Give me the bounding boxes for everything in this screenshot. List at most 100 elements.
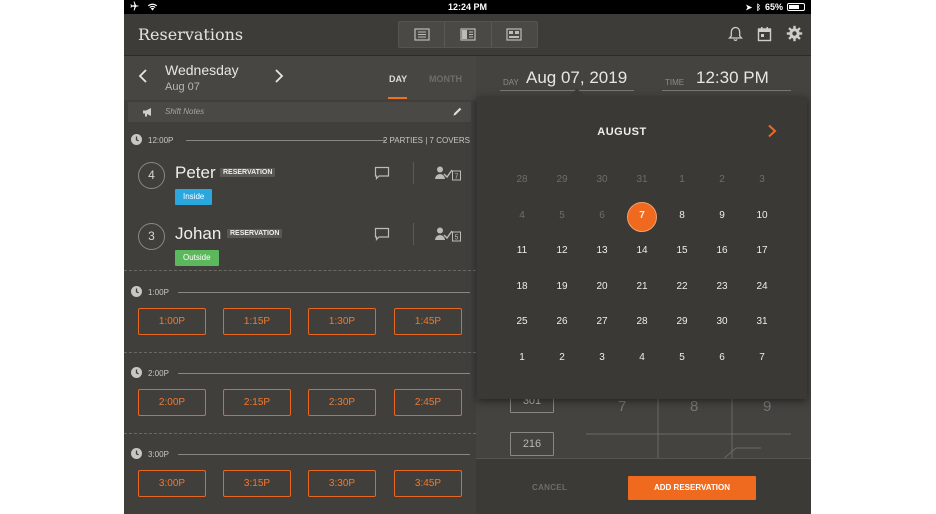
chat-icon[interactable] (374, 166, 390, 180)
time-slot-button[interactable]: 3:30P (308, 470, 376, 497)
calendar-day[interactable]: 27 (587, 312, 617, 332)
calendar-day[interactable]: 3 (747, 170, 777, 190)
time-slot-button[interactable]: 2:15P (223, 389, 291, 416)
calendar-day[interactable]: 15 (667, 241, 697, 261)
add-reservation-button[interactable]: ADD RESERVATION (628, 476, 756, 500)
time-slot-button[interactable]: 2:30P (308, 389, 376, 416)
calendar-day[interactable]: 2 (547, 348, 577, 368)
calendar-day[interactable]: 9 (707, 206, 737, 226)
calendar-day[interactable]: 19 (547, 277, 577, 297)
calendar-day[interactable]: 29 (667, 312, 697, 332)
time-divider (178, 292, 470, 293)
status-bar: 12:24 PM ➤ ᛒ 65% (124, 0, 811, 14)
dashed-divider (124, 352, 476, 353)
calendar-day[interactable]: 4 (627, 348, 657, 368)
calendar-day[interactable]: 21 (627, 277, 657, 297)
time-slot-button[interactable]: 1:00P (138, 308, 206, 335)
time-slot-button[interactable]: 3:15P (223, 470, 291, 497)
chat-icon[interactable] (374, 227, 390, 241)
calendar-day[interactable]: 5 (547, 206, 577, 226)
calendar-day[interactable]: 7 (747, 348, 777, 368)
shift-notes-bar[interactable]: Shift Notes (128, 102, 471, 122)
time-field-label: TIME (665, 78, 685, 87)
time-header-200: 2:00P (130, 366, 470, 380)
tab-day[interactable]: DAY (389, 74, 407, 84)
calendar-day[interactable]: 20 (587, 277, 617, 297)
table-216[interactable]: 216 (510, 432, 554, 456)
calendar-day[interactable]: 25 (507, 312, 537, 332)
time-slot-button[interactable]: 1:30P (308, 308, 376, 335)
time-slot-button[interactable]: 3:00P (138, 470, 206, 497)
calendar-day[interactable]: 23 (707, 277, 737, 297)
time-slot-button[interactable]: 3:45P (394, 470, 462, 497)
calendar-day[interactable]: 13 (587, 241, 617, 261)
chevron-left-icon[interactable] (138, 68, 148, 84)
floor-number: 9 (763, 398, 772, 415)
reservation-list-panel: Wednesday Aug 07 DAY MONTH Shift Notes 1… (124, 56, 476, 514)
time-slot-button[interactable]: 1:15P (223, 308, 291, 335)
calendar-day[interactable]: 6 (587, 206, 617, 226)
calendar-day[interactable]: 28 (507, 170, 537, 190)
cancel-button[interactable]: CANCEL (532, 483, 567, 492)
time-label: 3:00P (148, 450, 169, 459)
pencil-icon[interactable] (452, 106, 463, 117)
calendar-day[interactable]: 8 (667, 206, 697, 226)
reservation-row-johan[interactable]: 3 Johan RESERVATION Outside 5 (124, 218, 476, 276)
parties-summary: 2 PARTIES | 7 COVERS (382, 136, 470, 145)
seat-guest-icon[interactable]: 7 (434, 165, 462, 181)
calendar-day[interactable]: 14 (627, 241, 657, 261)
calendar-day[interactable]: 22 (667, 277, 697, 297)
battery-icon (787, 3, 805, 11)
calendar-day[interactable]: 30 (707, 312, 737, 332)
calendar-day[interactable]: 2 (707, 170, 737, 190)
calendar-day[interactable]: 18 (507, 277, 537, 297)
calendar-day[interactable]: 17 (747, 241, 777, 261)
chevron-right-icon[interactable] (767, 124, 777, 138)
gear-icon[interactable] (786, 25, 803, 42)
time-divider (178, 454, 470, 455)
floor-number: 7 (618, 398, 627, 415)
calendar-day[interactable]: 5 (667, 348, 697, 368)
calendar-day[interactable]: 29 (547, 170, 577, 190)
time-label: 1:00P (148, 288, 169, 297)
seat-guest-icon[interactable]: 5 (434, 226, 462, 242)
location-icon: ➤ (745, 2, 753, 12)
list-view-button[interactable] (399, 22, 446, 47)
calendar-day[interactable]: 1 (507, 348, 537, 368)
time-header-100: 1:00P (130, 285, 470, 299)
top-bar: Reservations (124, 14, 811, 56)
calendar-day[interactable]: 4 (507, 206, 537, 226)
dashed-divider (124, 433, 476, 434)
calendar-day[interactable]: 1 (667, 170, 697, 190)
calendar-day[interactable]: 12 (547, 241, 577, 261)
seat-count: 5 (455, 235, 459, 242)
calendar-day[interactable]: 24 (747, 277, 777, 297)
calendar-day[interactable]: 6 (707, 348, 737, 368)
day-name: Wednesday (165, 62, 239, 78)
reservation-row-peter[interactable]: 4 Peter RESERVATION Inside 7 (124, 157, 476, 215)
calendar-day[interactable]: 26 (547, 312, 577, 332)
time-divider (186, 140, 386, 141)
calendar-day[interactable]: 31 (627, 170, 657, 190)
calendar-day[interactable]: 30 (587, 170, 617, 190)
tab-month[interactable]: MONTH (429, 74, 462, 84)
calendar-day[interactable]: 31 (747, 312, 777, 332)
calendar-icon[interactable] (757, 26, 772, 42)
day-field-underline (500, 90, 634, 91)
time-slot-button[interactable]: 2:45P (394, 389, 462, 416)
floor-view-button[interactable] (492, 22, 537, 47)
calendar-day[interactable]: 16 (707, 241, 737, 261)
seat-count: 7 (455, 174, 459, 181)
calendar-day[interactable]: 10 (747, 206, 777, 226)
calendar-day[interactable]: 28 (627, 312, 657, 332)
chevron-right-icon[interactable] (274, 68, 284, 84)
day-field[interactable]: Aug 07, 2019 (526, 68, 627, 88)
calendar-day[interactable]: 11 (507, 241, 537, 261)
calendar-day[interactable]: 7 (627, 206, 657, 226)
time-field[interactable]: 12:30 PM (696, 68, 769, 88)
time-slot-button[interactable]: 2:00P (138, 389, 206, 416)
time-slot-button[interactable]: 1:45P (394, 308, 462, 335)
book-view-button[interactable] (445, 22, 492, 47)
calendar-day[interactable]: 3 (587, 348, 617, 368)
bell-icon[interactable] (728, 26, 743, 42)
